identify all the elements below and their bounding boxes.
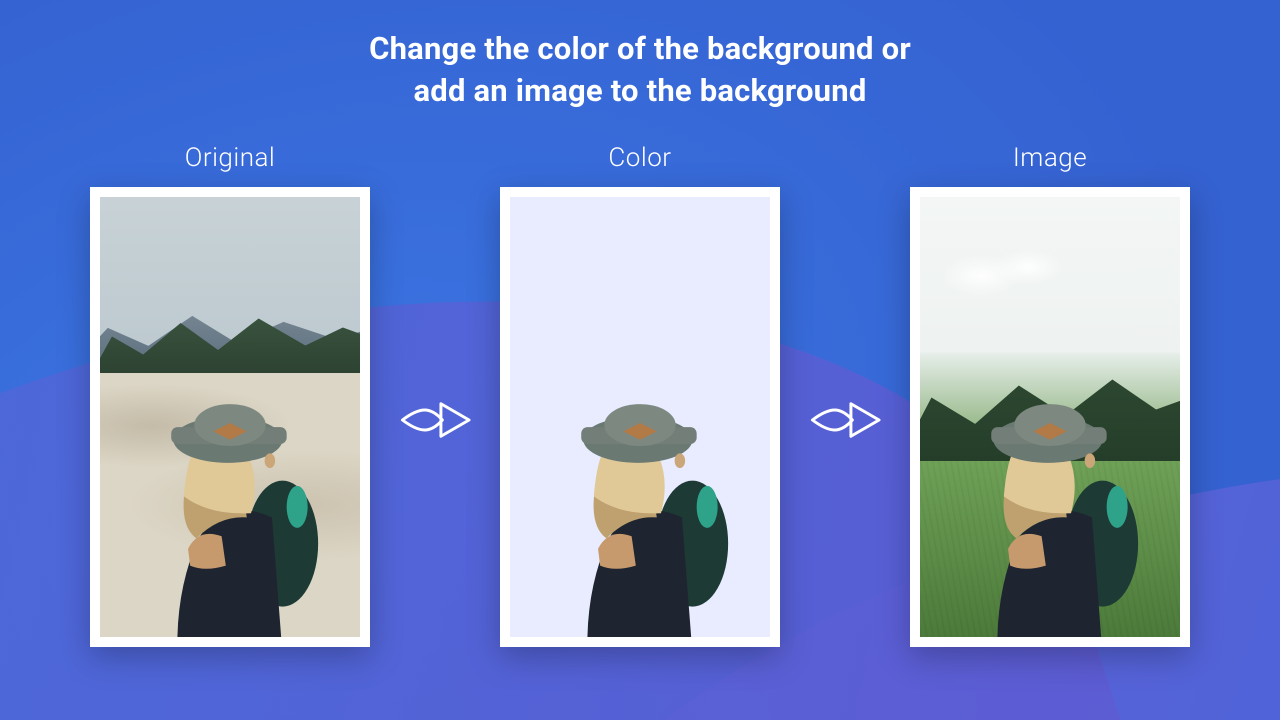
panels-row: Original [0, 140, 1280, 650]
hiker-svg [531, 381, 749, 636]
arrow-right-icon [398, 190, 472, 650]
hiker-figure [121, 381, 339, 636]
hiker-svg [121, 381, 339, 636]
title-line-1: Change the color of the background or [369, 30, 911, 67]
page-title: Change the color of the background or ad… [369, 28, 911, 112]
panel-original-frame [90, 187, 370, 647]
panel-color: Color [500, 143, 780, 647]
panel-image: Image [910, 143, 1190, 647]
hiker-figure [941, 381, 1159, 636]
panel-original-label: Original [185, 143, 276, 173]
title-line-2: add an image to the background [414, 72, 867, 109]
panel-original: Original [90, 143, 370, 647]
panel-image-image [920, 197, 1180, 637]
panel-image-label: Image [1013, 143, 1087, 173]
arrow-right-icon [808, 190, 882, 650]
panel-image-frame [910, 187, 1190, 647]
panel-color-frame [500, 187, 780, 647]
hiker-figure [531, 381, 749, 636]
panel-original-image [100, 197, 360, 637]
hiker-svg [941, 381, 1159, 636]
panel-color-image [510, 197, 770, 637]
panel-color-label: Color [608, 143, 671, 173]
slide-content: Change the color of the background or ad… [0, 0, 1280, 720]
